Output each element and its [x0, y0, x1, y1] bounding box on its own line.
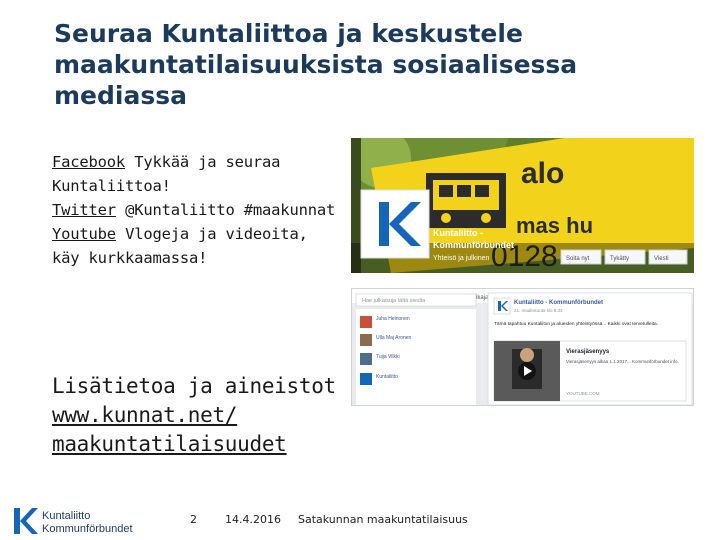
- page-name-1: Kuntaliitto -: [433, 228, 483, 238]
- post-meta: 21. maaliskuuta klo 9.33: [514, 308, 563, 313]
- page-number: 2: [190, 513, 197, 526]
- link-source: YOUTUBE.COM: [566, 391, 600, 396]
- facebook-cover-image: alo mas hu 0128 Kuntaliitto - Kommunförb…: [351, 138, 694, 273]
- slide-title: Seuraa Kuntaliittoa ja keskustele maakun…: [54, 18, 674, 111]
- more-info-url-2: maakuntatilaisuudet: [52, 432, 287, 456]
- more-info-link[interactable]: www.kunnat.net/ maakuntatilaisuudet: [52, 403, 287, 456]
- facebook-cover-screenshot: alo mas hu 0128 Kuntaliitto - Kommunförb…: [351, 138, 694, 273]
- side-item-4[interactable]: Kuntaliitto: [376, 374, 398, 380]
- slide-footer: Kuntaliitto Kommunförbundet 2 14.4.2016 …: [0, 500, 720, 540]
- call-button-label: Soita nyt: [566, 256, 590, 262]
- liked-button-label: Tykätty: [610, 256, 629, 262]
- link-title: Vierasjäsenyys: [566, 349, 610, 355]
- side-item-2[interactable]: Ulla Maj Aronen: [376, 335, 412, 341]
- page-name-2: Kommunförbundet: [433, 240, 514, 250]
- more-info-heading: Lisätietoa ja aineistot: [52, 374, 336, 398]
- twitter-text: @Kuntaliitto #maakunnat: [115, 201, 336, 219]
- logo-line-1: Kuntaliitto: [42, 510, 90, 522]
- youtube-link[interactable]: Youtube: [52, 225, 116, 243]
- facebook-line: Facebook Tykkää ja seuraa Kuntaliittoa!: [52, 150, 344, 198]
- title-line-1: Seuraa Kuntaliittoa ja keskustele: [54, 19, 523, 48]
- facebook-feed-screenshot: Aikajana Hae julkaisuja tältä sivulta Ju…: [351, 288, 694, 406]
- twitter-line: Twitter @Kuntaliitto #maakunnat: [52, 198, 344, 222]
- message-button-label: Viesti: [654, 256, 669, 262]
- page-subtitle: Yhteisö ja julkinen: [433, 255, 490, 262]
- footer-date: 14.4.2016: [225, 513, 281, 526]
- side-item-1[interactable]: Juha Heinonen: [376, 316, 410, 322]
- post-author[interactable]: Kuntaliitto - Kommunförbundet: [514, 300, 603, 306]
- kuntaliitto-logo: Kuntaliitto Kommunförbundet: [14, 508, 133, 535]
- facebook-feed-image: Aikajana Hae julkaisuja tältä sivulta Ju…: [352, 289, 693, 405]
- more-info-url-1: www.kunnat.net/: [52, 403, 238, 427]
- sign-text-1: alo: [521, 157, 564, 190]
- logo-line-2: Kommunförbundet: [42, 523, 133, 535]
- title-line-3: mediassa: [54, 81, 187, 110]
- side-item-3[interactable]: Tuija Vilkki: [376, 354, 400, 360]
- post-text: Tämä tapahtuu Kuntaliiton ja alueiden yh…: [494, 321, 658, 327]
- sign-text-2: mas hu: [516, 213, 593, 238]
- link-desc: Vierasjäsenyys alkaa 1.1.2017... Kommunf…: [566, 359, 679, 364]
- title-line-2: maakuntatilaisuuksista sosiaalisessa: [54, 50, 578, 79]
- twitter-link[interactable]: Twitter: [52, 201, 116, 219]
- footer-event: Satakunnan maakuntatilaisuus: [298, 513, 468, 526]
- more-info: Lisätietoa ja aineistot www.kunnat.net/ …: [52, 372, 352, 459]
- facebook-link[interactable]: Facebook: [52, 153, 125, 171]
- youtube-line: Youtube Vlogeja ja videoita, käy kurkkaa…: [52, 222, 344, 270]
- feed-search-placeholder: Hae julkaisuja tältä sivulta: [362, 298, 426, 304]
- social-links: Facebook Tykkää ja seuraa Kuntaliittoa! …: [52, 150, 344, 270]
